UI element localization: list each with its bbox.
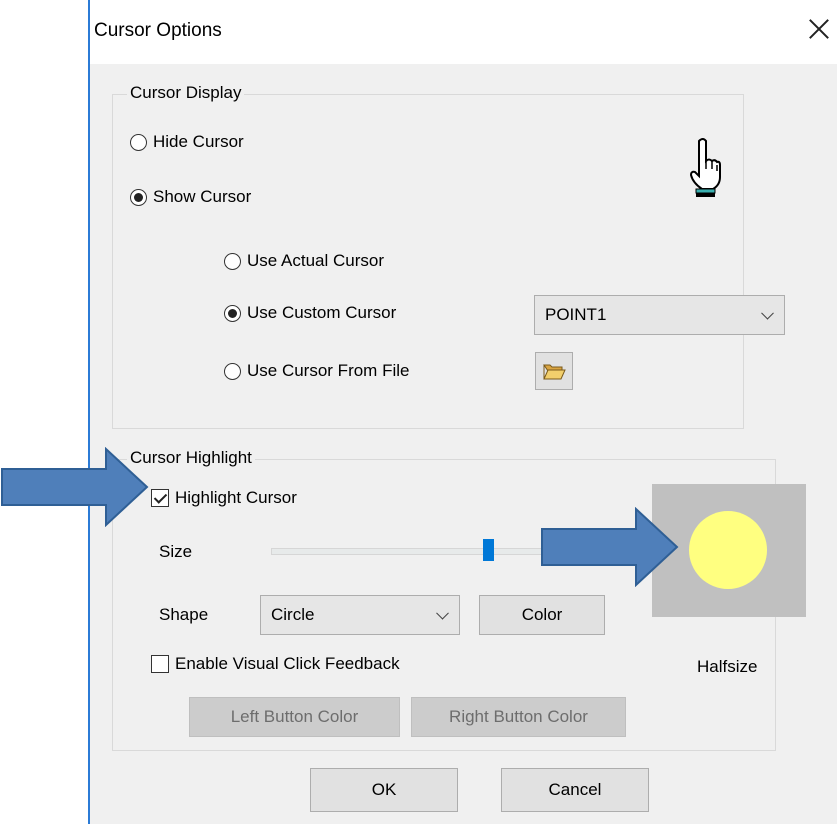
size-slider-thumb[interactable] [483,539,494,561]
highlight-cursor-label: Highlight Cursor [175,488,297,507]
hide-cursor-radio-dot[interactable] [130,133,147,151]
use-actual-cursor-label: Use Actual Cursor [247,251,384,270]
open-cursor-file-button[interactable] [535,352,573,390]
cursor-highlight-group: Cursor Highlight Highlight Cursor Size S… [112,448,806,751]
right-button-color-button[interactable]: Right Button Color [411,697,626,737]
enable-visual-click-feedback-box[interactable] [151,655,169,673]
cursor-display-label: Cursor Display [127,83,245,103]
use-custom-cursor-radio-dot[interactable] [224,304,241,322]
title-bar[interactable]: Cursor Options [90,0,837,64]
close-icon[interactable] [804,14,834,44]
halfsize-label: Halfsize [697,657,758,676]
show-cursor-label: Show Cursor [153,187,252,206]
use-cursor-from-file-label: Use Cursor From File [247,361,410,380]
shape-select[interactable]: Circle [260,595,460,635]
enable-visual-click-feedback-label: Enable Visual Click Feedback [175,654,400,673]
cancel-button[interactable]: Cancel [501,768,649,812]
shape-label: Shape [159,605,209,624]
hand-pointer-icon [685,137,721,199]
custom-cursor-select-value: POINT1 [545,305,607,324]
hide-cursor-radio[interactable]: Hide Cursor [130,132,244,152]
use-custom-cursor-label: Use Custom Cursor [247,303,397,322]
highlight-cursor-checkbox[interactable]: Highlight Cursor [151,488,297,508]
size-label: Size [159,542,193,561]
show-cursor-radio[interactable]: Show Cursor [130,187,251,207]
annotation-arrow-left-icon [1,447,149,527]
enable-visual-click-feedback-checkbox[interactable]: Enable Visual Click Feedback [151,654,400,674]
custom-cursor-select[interactable]: POINT1 [534,295,785,335]
dialog-body: Cursor Display Hide Cursor Show Cursor U… [90,64,837,824]
shape-select-value: Circle [271,605,315,624]
use-actual-cursor-radio-dot[interactable] [224,252,241,270]
dialog-title: Cursor Options [94,20,222,41]
color-button[interactable]: Color [479,595,605,635]
use-custom-cursor-radio[interactable]: Use Custom Cursor [224,303,396,323]
chevron-down-icon [761,306,774,320]
use-actual-cursor-radio[interactable]: Use Actual Cursor [224,251,384,271]
highlight-preview-circle [689,511,767,589]
cursor-options-dialog: Cursor Options Cursor Display Hide Curso… [0,0,837,824]
hide-cursor-label: Hide Cursor [153,132,244,151]
folder-open-icon [543,364,566,380]
chevron-down-icon [436,606,449,620]
annotation-arrow-right-icon [541,507,679,587]
show-cursor-radio-dot[interactable] [130,188,147,206]
cursor-display-group: Cursor Display Hide Cursor Show Cursor U… [112,83,785,429]
left-button-color-button[interactable]: Left Button Color [189,697,400,737]
use-cursor-from-file-radio[interactable]: Use Cursor From File [224,361,409,381]
ok-button[interactable]: OK [310,768,458,812]
size-slider-track[interactable] [271,548,545,555]
use-cursor-from-file-radio-dot[interactable] [224,362,241,380]
highlight-cursor-checkbox-box[interactable] [151,489,169,507]
